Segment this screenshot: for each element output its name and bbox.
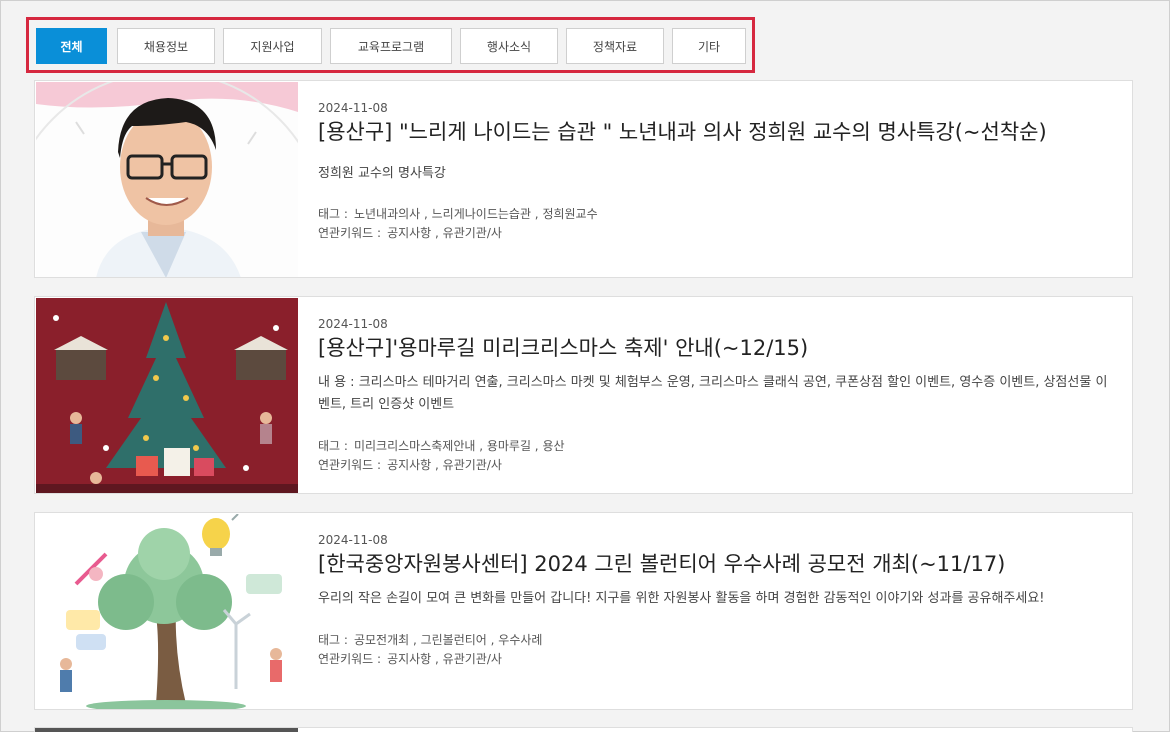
post-date: 2024-11-08 [318, 101, 388, 115]
post-description: 우리의 작은 손길이 모여 큰 변화를 만들어 갑니다! 지구를 위한 자원봉사… [318, 591, 1045, 606]
post-date: 2024-11-08 [318, 317, 388, 331]
tags-label: 태그 : [318, 439, 348, 453]
tags-value[interactable]: 노년내과의사 , 느리게나이드는습관 , 정희원교수 [354, 207, 598, 221]
post-description: 정희원 교수의 명사특강 [318, 166, 446, 181]
post-thumbnail[interactable] [36, 82, 298, 277]
post-thumbnail[interactable] [36, 298, 298, 493]
post-title[interactable]: [한국중앙자원봉사센터] 2024 그린 볼런티어 우수사례 공모전 개최(~1… [318, 550, 1112, 578]
post-date: 2024-11-08 [318, 533, 388, 547]
tab-etc[interactable]: 기타 [672, 28, 746, 64]
post-card[interactable]: 2024-11-08 [용산구] "느리게 나이드는 습관 " 노년내과 의사 … [34, 80, 1133, 278]
post-keywords: 연관키워드 : 공지사항 , 유관기관/사 [318, 650, 1112, 669]
post-card[interactable]: 2024-11-08 [한국중앙자원봉사센터] 2024 그린 볼런티어 우수사… [34, 512, 1133, 710]
tab-events[interactable]: 행사소식 [460, 28, 558, 64]
tags-label: 태그 : [318, 207, 348, 221]
keywords-label: 연관키워드 : [318, 458, 382, 472]
post-description: 내 용 : 크리스마스 테마거리 연출, 크리스마스 마켓 및 체험부스 운영,… [318, 375, 1108, 412]
tab-jobs[interactable]: 채용정보 [117, 28, 215, 64]
post-title[interactable]: [용산구]'용마루길 미리크리스마스 축제' 안내(~12/15) [318, 334, 1112, 362]
tags-label: 태그 : [318, 633, 348, 647]
post-thumbnail[interactable] [36, 514, 298, 709]
tags-value[interactable]: 공모전개최 , 그린볼런티어 , 우수사례 [354, 633, 543, 647]
post-keywords: 연관키워드 : 공지사항 , 유관기관/사 [318, 456, 1112, 475]
tags-value[interactable]: 미리크리스마스축제안내 , 용마루길 , 용산 [354, 439, 565, 453]
keywords-value[interactable]: 공지사항 , 유관기관/사 [387, 652, 502, 666]
post-card-partial[interactable] [34, 727, 1133, 732]
tab-support-programs[interactable]: 지원사업 [223, 28, 322, 64]
post-keywords: 연관키워드 : 공지사항 , 유관기관/사 [318, 224, 1112, 243]
post-card[interactable]: 2024-11-08 [용산구]'용마루길 미리크리스마스 축제' 안내(~12… [34, 296, 1133, 494]
keywords-value[interactable]: 공지사항 , 유관기관/사 [387, 458, 502, 472]
keywords-label: 연관키워드 : [318, 226, 382, 240]
tab-all[interactable]: 전체 [36, 28, 107, 64]
post-tags: 태그 : 미리크리스마스축제안내 , 용마루길 , 용산 [318, 437, 1112, 456]
keywords-value[interactable]: 공지사항 , 유관기관/사 [387, 226, 502, 240]
tab-policy[interactable]: 정책자료 [566, 28, 664, 64]
post-thumbnail[interactable] [35, 728, 298, 732]
post-tags: 태그 : 노년내과의사 , 느리게나이드는습관 , 정희원교수 [318, 205, 1112, 224]
tab-education[interactable]: 교육프로그램 [330, 28, 452, 64]
post-title[interactable]: [용산구] "느리게 나이드는 습관 " 노년내과 의사 정희원 교수의 명사특… [318, 118, 1112, 146]
post-tags: 태그 : 공모전개최 , 그린볼런티어 , 우수사례 [318, 631, 1112, 650]
keywords-label: 연관키워드 : [318, 652, 382, 666]
